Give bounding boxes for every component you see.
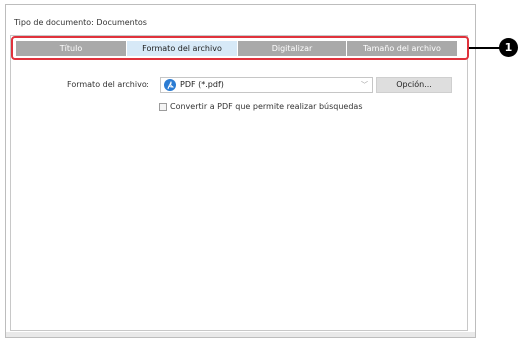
- tab-formato-del-archivo[interactable]: Formato del archivo: [127, 41, 237, 56]
- option-button[interactable]: Opción...: [376, 77, 452, 93]
- bottom-strip: [6, 332, 475, 337]
- format-label: Formato del archivo: [67, 80, 147, 89]
- document-type-label: Tipo de documento: Documentos: [14, 18, 147, 27]
- pdf-icon: [164, 79, 176, 91]
- searchable-pdf-checkbox[interactable]: [159, 103, 167, 111]
- pdf-glyph-icon: [167, 80, 174, 89]
- format-colon: :: [146, 80, 149, 89]
- format-select-value: PDF (*.pdf): [180, 80, 224, 89]
- callout-number-badge: 1: [499, 38, 518, 57]
- format-select[interactable]: PDF (*.pdf) ﹀: [160, 77, 373, 93]
- tab-tamano-del-archivo[interactable]: Tamaño del archivo: [347, 41, 457, 56]
- chevron-down-icon[interactable]: ﹀: [361, 80, 368, 90]
- tab-titulo[interactable]: Título: [16, 41, 126, 56]
- tab-digitalizar[interactable]: Digitalizar: [238, 41, 346, 56]
- callout-leader-line: [469, 47, 501, 49]
- searchable-pdf-label[interactable]: Convertir a PDF que permite realizar bús…: [170, 102, 363, 111]
